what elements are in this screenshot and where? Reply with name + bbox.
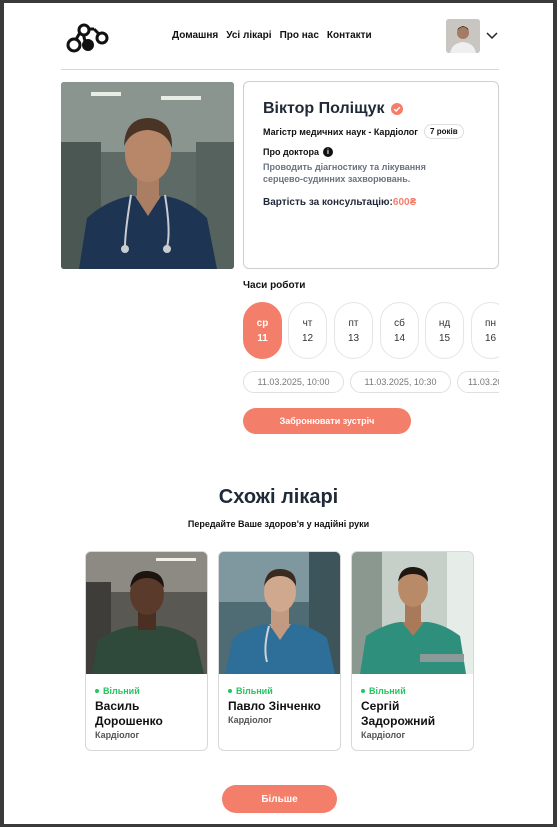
day-number: 15 — [438, 332, 451, 344]
doctor-card[interactable]: Вільний Василь Дорошенко Кардіолог — [85, 551, 208, 751]
about-header: Про доктора i — [263, 147, 498, 157]
page: Домашня Усі лікарі Про нас Контакти Вікт… — [4, 3, 553, 824]
day-slot[interactable]: пт 13 — [334, 302, 373, 359]
similar-subtitle: Передайте Ваше здоров'я у надійні руки — [187, 519, 370, 529]
header-divider — [61, 69, 499, 70]
price-value: 600₴ — [392, 197, 417, 208]
nav-about[interactable]: Про нас — [280, 30, 319, 41]
day-of-week: чт — [302, 317, 313, 329]
doctor-card-name: Сергій Задорожний — [361, 699, 436, 728]
day-slot[interactable]: ср 11 — [243, 302, 282, 359]
doctor-name-row: Віктор Поліщук — [263, 100, 498, 118]
status-dot-icon — [361, 689, 365, 693]
doctor-card-name: Павло Зінченко — [228, 699, 321, 713]
doctor-card-specialty: Кардіолог — [95, 730, 140, 740]
status-dot-icon — [228, 689, 232, 693]
status-badge: Вільний — [95, 686, 207, 696]
nav-contacts[interactable]: Контакти — [327, 30, 372, 41]
about-text: Проводить діагностику та лікування серце… — [263, 162, 426, 184]
doctor-card-photo — [219, 552, 340, 674]
doctor-card-body: Вільний Василь Дорошенко Кардіолог — [86, 679, 207, 740]
status-text: Вільний — [236, 686, 273, 696]
day-number: 12 — [301, 332, 314, 344]
degree-row: Магістр медичних наук - Кардіолог 7 рокі… — [263, 124, 498, 139]
day-number: 16 — [484, 332, 497, 344]
day-of-week: нд — [438, 317, 451, 329]
nav-home[interactable]: Домашня — [172, 30, 218, 41]
status-dot-icon — [95, 689, 99, 693]
doctor-card-specialty: Кардіолог — [228, 715, 273, 725]
schedule-title: Часи роботи — [243, 280, 306, 291]
times-scroller[interactable]: 11.03.2025, 10:00 11.03.2025, 10:30 11.0… — [243, 371, 499, 395]
day-of-week: пт — [348, 317, 359, 329]
doctor-card-name: Василь Дорошенко — [95, 699, 163, 728]
time-slot[interactable]: 11.03.2025, 10:30 — [350, 371, 451, 393]
doctor-card[interactable]: Вільний Сергій Задорожний Кардіолог — [351, 551, 474, 751]
day-number: 11 — [257, 332, 268, 344]
day-slot[interactable]: чт 12 — [288, 302, 327, 359]
info-icon[interactable]: i — [322, 147, 333, 157]
experience-badge: 7 років — [424, 124, 464, 139]
status-text: Вільний — [369, 686, 406, 696]
doctor-card[interactable]: Вільний Павло Зінченко Кардіолог — [218, 551, 341, 751]
nav-all-doctors[interactable]: Усі лікарі — [226, 30, 271, 41]
status-badge: Вільний — [228, 686, 340, 696]
day-slot[interactable]: пн 16 — [471, 302, 499, 359]
about-label: Про доктора — [263, 147, 319, 157]
day-of-week: сб — [394, 317, 405, 329]
day-number: 13 — [347, 332, 360, 344]
status-text: Вільний — [103, 686, 140, 696]
doctor-card-photo — [352, 552, 473, 674]
book-appointment-button[interactable]: Забронювати зустріч — [243, 408, 411, 434]
time-slot[interactable]: 11.03.2025, 10:00 — [243, 371, 344, 393]
days-scroller[interactable]: ср 11 чт 12 пт 13 сб 14 нд 15 пн 16 — [243, 302, 499, 362]
doctor-info-card: Віктор Поліщук Магістр медичних наук - К… — [243, 81, 499, 269]
day-of-week: пн — [485, 317, 496, 329]
doctor-card-photo — [86, 552, 207, 674]
user-avatar[interactable] — [446, 19, 480, 53]
day-slot[interactable]: сб 14 — [380, 302, 419, 359]
more-button[interactable]: Більше — [222, 785, 337, 813]
main-nav: Домашня Усі лікарі Про нас Контакти — [172, 30, 372, 41]
doctor-card-body: Вільний Сергій Задорожний Кардіолог — [352, 679, 473, 740]
doctor-card-specialty: Кардіолог — [361, 730, 406, 740]
doctor-photo — [61, 82, 234, 269]
day-number: 14 — [393, 332, 406, 344]
status-badge: Вільний — [361, 686, 473, 696]
day-of-week: ср — [256, 317, 269, 329]
logo-icon[interactable] — [64, 21, 110, 55]
price-label: Вартість за консультацію: — [263, 197, 393, 208]
similar-title: Схожі лікарі — [218, 486, 339, 508]
doctor-degree: Магістр медичних наук - Кардіолог — [263, 126, 419, 137]
time-slot[interactable]: 11.03.2025, 11:00 — [457, 371, 499, 393]
doctor-card-body: Вільний Павло Зінченко Кардіолог — [219, 679, 340, 725]
day-slot[interactable]: нд 15 — [425, 302, 464, 359]
price-row: Вартість за консультацію:600₴ — [263, 197, 498, 208]
chevron-down-icon[interactable] — [484, 27, 500, 43]
doctor-name: Віктор Поліщук — [263, 100, 385, 117]
verified-badge-icon — [390, 103, 403, 115]
